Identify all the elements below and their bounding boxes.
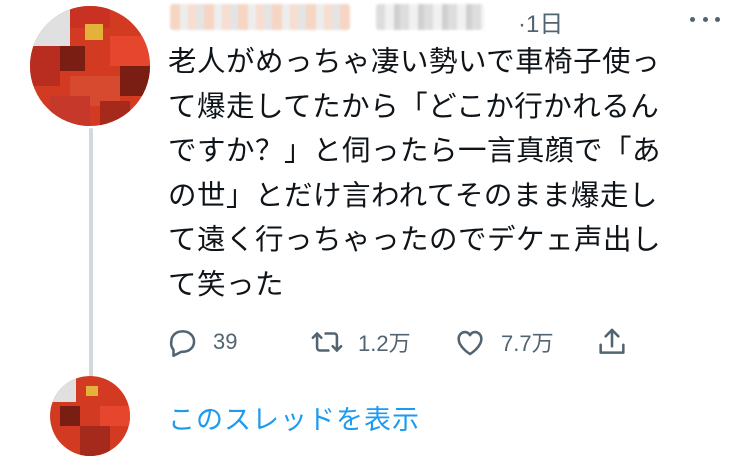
retweet-icon bbox=[311, 332, 343, 352]
retweet-count: 1.2万 bbox=[358, 331, 411, 356]
share-icon bbox=[599, 328, 625, 354]
retweet-button[interactable]: 1.2万 bbox=[310, 322, 411, 362]
reply-button[interactable]: 39 bbox=[165, 322, 237, 362]
reply-count: 39 bbox=[213, 329, 238, 354]
timestamp[interactable]: ·1日 bbox=[518, 4, 563, 39]
heart-icon bbox=[457, 330, 483, 356]
reply-icon bbox=[169, 330, 196, 358]
thread-line bbox=[89, 128, 93, 380]
like-button[interactable]: 7.7万 bbox=[453, 322, 554, 362]
show-thread-link[interactable]: このスレッドを表示 bbox=[168, 398, 420, 437]
share-button[interactable] bbox=[595, 322, 629, 362]
avatar[interactable] bbox=[30, 6, 150, 126]
tweet-text: 老人がめっちゃ凄い勢いで車椅子使っ て爆走してたから「どこか行かれるん ですか？… bbox=[168, 45, 662, 301]
more-icon[interactable] bbox=[690, 14, 720, 24]
username-redacted bbox=[376, 4, 484, 30]
avatar-small[interactable] bbox=[50, 376, 130, 456]
tweet-header: ·1日 bbox=[170, 0, 750, 42]
display-name-redacted bbox=[170, 4, 350, 30]
like-count: 7.7万 bbox=[501, 331, 554, 356]
tweet-actions: 39 1.2万 7.7万 bbox=[165, 322, 635, 362]
